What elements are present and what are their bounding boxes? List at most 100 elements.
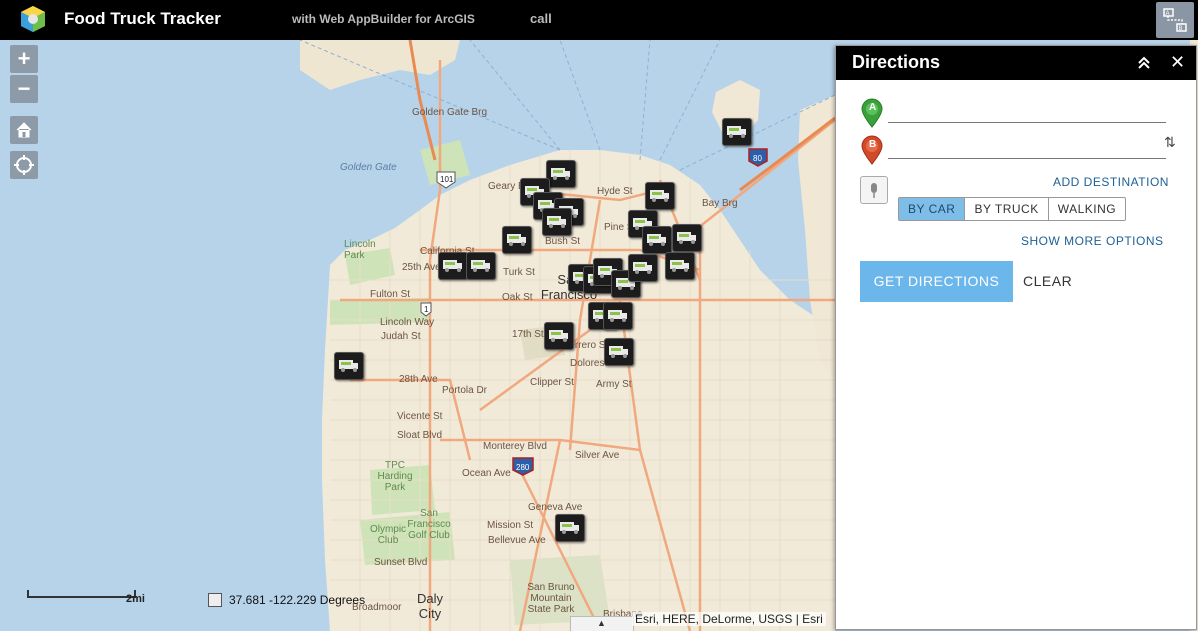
food-truck-marker[interactable] (604, 338, 634, 366)
add-destination-link[interactable]: ADD DESTINATION (1053, 175, 1169, 189)
food-truck-marker[interactable] (628, 254, 658, 282)
pin-icon (871, 183, 877, 198)
street-label-vicente-st: Vicente St (397, 411, 443, 422)
zoom-out-button[interactable]: − (10, 75, 38, 103)
food-truck-icon (339, 360, 358, 372)
directions-panel: Directions ✕ A B ⇅ ADD DESTINATION BY CA… (835, 45, 1197, 630)
food-truck-marker[interactable] (665, 252, 695, 280)
food-truck-marker[interactable] (722, 118, 752, 146)
food-truck-marker[interactable] (603, 302, 633, 330)
svg-text:B: B (1179, 26, 1183, 32)
street-label-mission-st: Mission St (487, 520, 534, 531)
clear-button[interactable]: CLEAR (1023, 273, 1072, 289)
street-label-portola-dr: Portola Dr (442, 385, 488, 396)
street-label-turk-st: Turk St (503, 267, 535, 278)
street-label-oak-st: Oak St (502, 292, 533, 303)
food-truck-marker[interactable] (672, 224, 702, 252)
food-truck-icon (647, 234, 666, 246)
scale-bar (27, 590, 136, 598)
street-label-sloat-blvd: Sloat Blvd (397, 430, 443, 441)
street-label-monterey-blvd: Monterey Blvd (483, 441, 547, 452)
food-truck-marker[interactable] (546, 160, 576, 188)
app-subtitle: with Web AppBuilder for ArcGIS (292, 12, 475, 26)
svg-text:1: 1 (424, 305, 429, 314)
stop-b-label: B (869, 139, 877, 150)
park-label-olympic-club: Olympic Club (369, 524, 407, 546)
mode-by-truck[interactable]: BY TRUCK (965, 198, 1049, 220)
stop-a-label: A (869, 102, 877, 113)
coordinate-readout: 37.681 -122.229 Degrees (229, 593, 366, 607)
home-icon (16, 122, 32, 138)
app-logo-icon (21, 6, 45, 32)
directions-panel-header: Directions ✕ (836, 46, 1196, 80)
svg-text:80: 80 (753, 154, 762, 163)
food-truck-icon (670, 260, 689, 272)
get-directions-button[interactable]: GET DIRECTIONS (860, 261, 1013, 302)
locate-icon (14, 155, 34, 175)
park-label-lincoln-park: Lincoln Park (344, 239, 376, 261)
street-label-17th-st: 17th St (512, 329, 544, 340)
zoom-in-button[interactable]: + (10, 45, 38, 73)
app-header: Food Truck Tracker with Web AppBuilder f… (0, 0, 1198, 40)
street-label-golden-gate-brg: Golden Gate Brg (412, 107, 488, 118)
directions-widget-button[interactable]: A B (1156, 2, 1194, 38)
food-truck-marker[interactable] (544, 322, 574, 350)
collapse-icon[interactable] (1136, 55, 1152, 71)
locate-button[interactable] (10, 151, 38, 179)
food-truck-marker[interactable] (645, 182, 675, 210)
food-truck-marker[interactable] (502, 226, 532, 254)
food-truck-icon (677, 232, 696, 244)
directions-widget-icon: A B (1163, 8, 1187, 32)
food-truck-icon (471, 260, 490, 272)
scale-label: 2mi (126, 593, 145, 605)
food-truck-icon (727, 126, 746, 138)
app-title: Food Truck Tracker (64, 9, 221, 28)
food-truck-icon (560, 522, 579, 534)
destination-input[interactable] (888, 138, 1166, 159)
close-icon[interactable]: ✕ (1170, 52, 1185, 73)
street-label-sunset-blvd: Sunset Blvd (374, 557, 428, 568)
food-truck-marker[interactable] (642, 226, 672, 254)
chevron-up-icon: ▲ (597, 618, 606, 628)
food-truck-marker[interactable] (438, 252, 468, 280)
water-label-golden-gate: Golden Gate (340, 162, 397, 173)
coordinate-icon[interactable] (208, 593, 222, 607)
food-truck-marker[interactable] (466, 252, 496, 280)
svg-text:280: 280 (516, 463, 530, 472)
attribution-toggle[interactable]: ▲ (570, 616, 634, 631)
home-button[interactable] (10, 116, 38, 144)
origin-input[interactable] (888, 102, 1166, 123)
food-truck-icon (551, 168, 570, 180)
mode-walking[interactable]: WALKING (1049, 198, 1125, 220)
header-link-call[interactable]: call (530, 11, 552, 26)
add-stop-icon[interactable] (860, 176, 888, 204)
street-label-28th-ave: 28th Ave (399, 374, 438, 385)
food-truck-marker[interactable] (334, 352, 364, 380)
street-label-bay-brg: Bay Brg (702, 198, 738, 209)
street-label-fulton-st: Fulton St (370, 289, 411, 300)
food-truck-icon (547, 216, 566, 228)
city-label-daly-city: Daly City (416, 591, 443, 621)
map-attribution: Esri, HERE, DeLorme, USGS | Esri (632, 612, 826, 626)
street-label-25th-ave: 25th Ave (402, 262, 441, 273)
street-label-judah-st: Judah St (381, 331, 421, 342)
street-label-bellevue-ave: Bellevue Ave (488, 535, 546, 546)
food-truck-icon (507, 234, 526, 246)
mode-by-car[interactable]: BY CAR (899, 198, 966, 220)
street-label-ocean-ave: Ocean Ave (462, 468, 511, 479)
street-label-geneva-ave: Geneva Ave (528, 502, 583, 513)
food-truck-marker[interactable] (542, 208, 572, 236)
food-truck-icon (443, 260, 462, 272)
food-truck-marker[interactable] (555, 514, 585, 542)
park-label-tpc-harding: TPC Harding Park (377, 460, 413, 493)
svg-text:101: 101 (440, 175, 454, 184)
park-label-san-bruno: San Bruno Mountain State Park (527, 582, 575, 615)
travel-mode-selector: BY CAR BY TRUCK WALKING (898, 197, 1127, 221)
swap-stops-icon[interactable]: ⇅ (1164, 134, 1176, 151)
food-truck-icon (609, 346, 628, 358)
street-label-bush-st: Bush St (545, 236, 581, 247)
show-more-options-link[interactable]: SHOW MORE OPTIONS (1021, 234, 1164, 248)
street-label-silver-ave: Silver Ave (575, 450, 620, 461)
street-label-lincoln-way: Lincoln Way (380, 317, 435, 328)
food-truck-icon (633, 262, 652, 274)
